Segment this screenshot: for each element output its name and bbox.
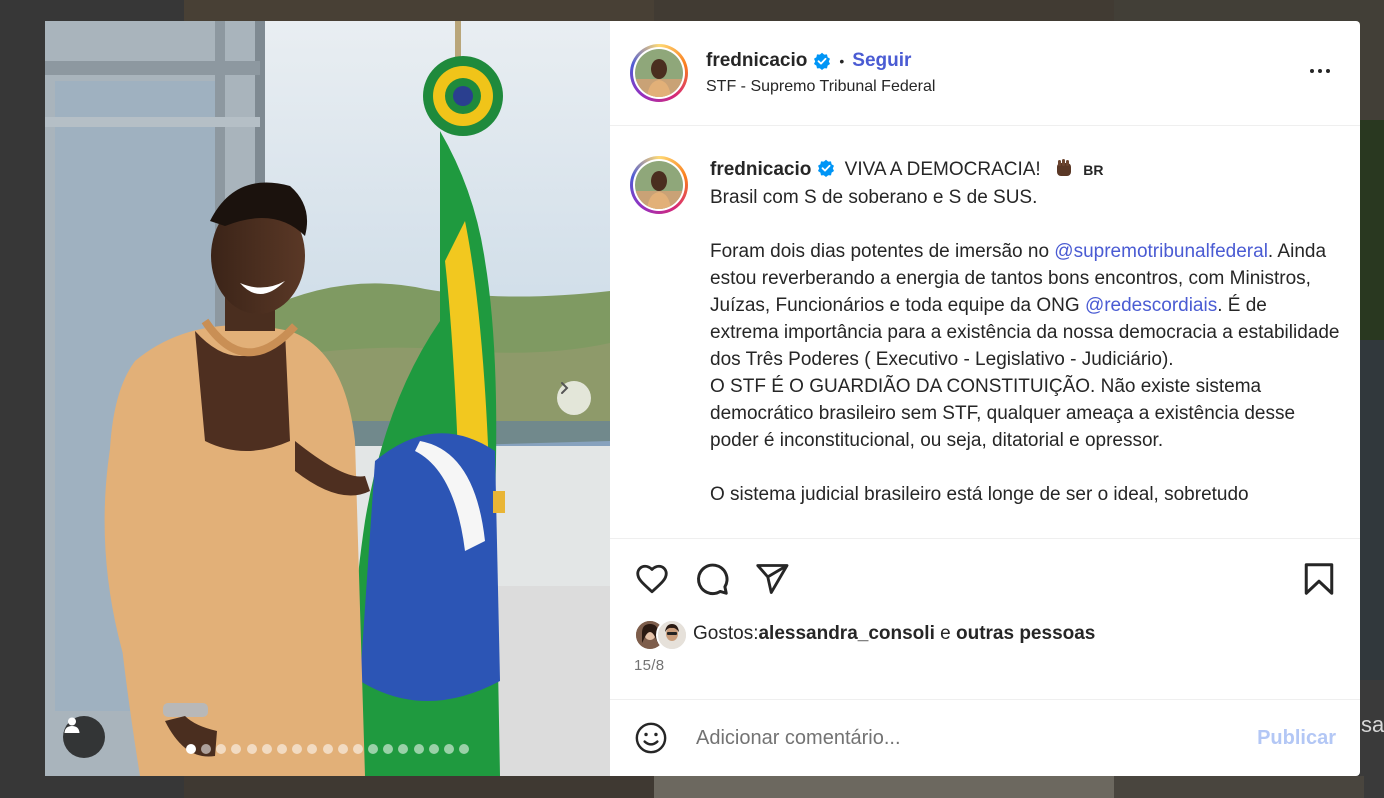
carousel-dot (352, 744, 363, 754)
likes-others-link[interactable]: outras pessoas (956, 623, 1095, 645)
caption-paragraph-4: O sistema judicial brasileiro está longe… (710, 484, 1249, 505)
post-header: frednicacio • Seguir STF - Supremo Tribu… (610, 21, 1360, 126)
more-options-button[interactable] (1308, 63, 1332, 79)
carousel-indicator (45, 744, 610, 754)
carousel-dot (276, 744, 287, 754)
caption-area: frednicacio VIVA A DEMOCRACIA! BR Brasil… (610, 126, 1360, 538)
post-modal: frednicacio • Seguir STF - Supremo Tribu… (45, 21, 1360, 776)
raised-fist-icon (1056, 159, 1071, 176)
carousel-dot (398, 744, 409, 754)
post-location[interactable]: STF - Supremo Tribunal Federal (706, 78, 935, 96)
flag-code: BR (1083, 162, 1104, 178)
caption-line-1: VIVA A DEMOCRACIA! (844, 159, 1041, 180)
carousel-dot (246, 744, 257, 754)
verified-icon (817, 159, 835, 177)
carousel-dot (307, 744, 318, 754)
carousel-dot (428, 744, 439, 754)
carousel-dot (413, 744, 424, 754)
likes-prefix: Gostos: (693, 623, 759, 644)
heart-icon (636, 564, 668, 594)
carousel-dot (292, 744, 303, 754)
post-caption: frednicacio VIVA A DEMOCRACIA! BR Brasil… (610, 126, 1360, 508)
author-avatar[interactable] (630, 44, 688, 102)
carousel-dot (383, 744, 394, 754)
liker-avatar[interactable] (656, 619, 688, 651)
caption-username[interactable]: frednicacio (710, 159, 811, 180)
user-tag-icon (64, 717, 80, 733)
carousel-dot (459, 744, 470, 754)
mention-link[interactable]: @supremotribunalfederal (1054, 241, 1268, 262)
follow-button[interactable]: Seguir (852, 50, 911, 72)
comment-icon (697, 563, 729, 596)
save-button[interactable] (1302, 561, 1336, 602)
share-icon (756, 564, 789, 594)
comment-input[interactable] (694, 725, 1218, 751)
comment-button[interactable] (694, 561, 730, 602)
bookmark-icon (1304, 563, 1334, 595)
emoji-icon (635, 722, 667, 754)
carousel-dot (261, 744, 272, 754)
carousel-dot (322, 744, 333, 754)
carousel-dot (231, 744, 242, 754)
mention-link[interactable]: @redescordiais (1085, 295, 1217, 316)
carousel-dot (216, 744, 227, 754)
caption-avatar[interactable] (630, 156, 688, 214)
share-button[interactable] (754, 561, 790, 602)
caption-text-span: Foram dois dias potentes de imersão no (710, 241, 1055, 262)
avatar-photo (635, 49, 683, 97)
publish-button[interactable]: Publicar (1257, 727, 1336, 750)
caption-line-2: Brasil com S de soberano e S de SUS. (710, 187, 1038, 208)
post-sidebar: frednicacio • Seguir STF - Supremo Tribu… (610, 21, 1360, 776)
carousel-dot (368, 744, 379, 754)
post-date[interactable]: 15/8 (634, 657, 664, 674)
likes-connector: e (934, 623, 956, 644)
avatar-photo (635, 161, 683, 209)
post-photo (45, 21, 610, 776)
carousel-dot (201, 744, 211, 754)
background-text-fragment: sag (1361, 712, 1384, 737)
caption-paragraph-3: O STF É O GUARDIÃO DA CONSTITUIÇÃO. Não … (710, 376, 1296, 451)
more-dot (1326, 69, 1330, 73)
liker-username[interactable]: alessandra_consoli (758, 623, 934, 645)
post-media (45, 21, 610, 776)
chevron-right-icon (561, 382, 569, 394)
more-dot (1318, 69, 1322, 73)
carousel-next-button[interactable] (557, 381, 591, 415)
author-username[interactable]: frednicacio (706, 50, 807, 72)
carousel-dot (337, 744, 348, 754)
likes-summary: Gostos: alessandra_consoli e outras pess… (634, 619, 1095, 651)
carousel-dot (444, 744, 454, 754)
comment-bar: Publicar (610, 699, 1360, 776)
post-actions: Gostos: alessandra_consoli e outras pess… (610, 538, 1360, 699)
caption-paragraph-2: Foram dois dias potentes de imersão no @… (710, 238, 1340, 373)
more-dot (1310, 69, 1314, 73)
caption-text: frednicacio VIVA A DEMOCRACIA! BR Brasil… (710, 156, 1340, 508)
like-button[interactable] (634, 561, 670, 602)
emoji-button[interactable] (634, 721, 668, 755)
separator-dot: • (839, 53, 845, 69)
carousel-dot (185, 744, 196, 754)
verified-icon (813, 52, 831, 70)
